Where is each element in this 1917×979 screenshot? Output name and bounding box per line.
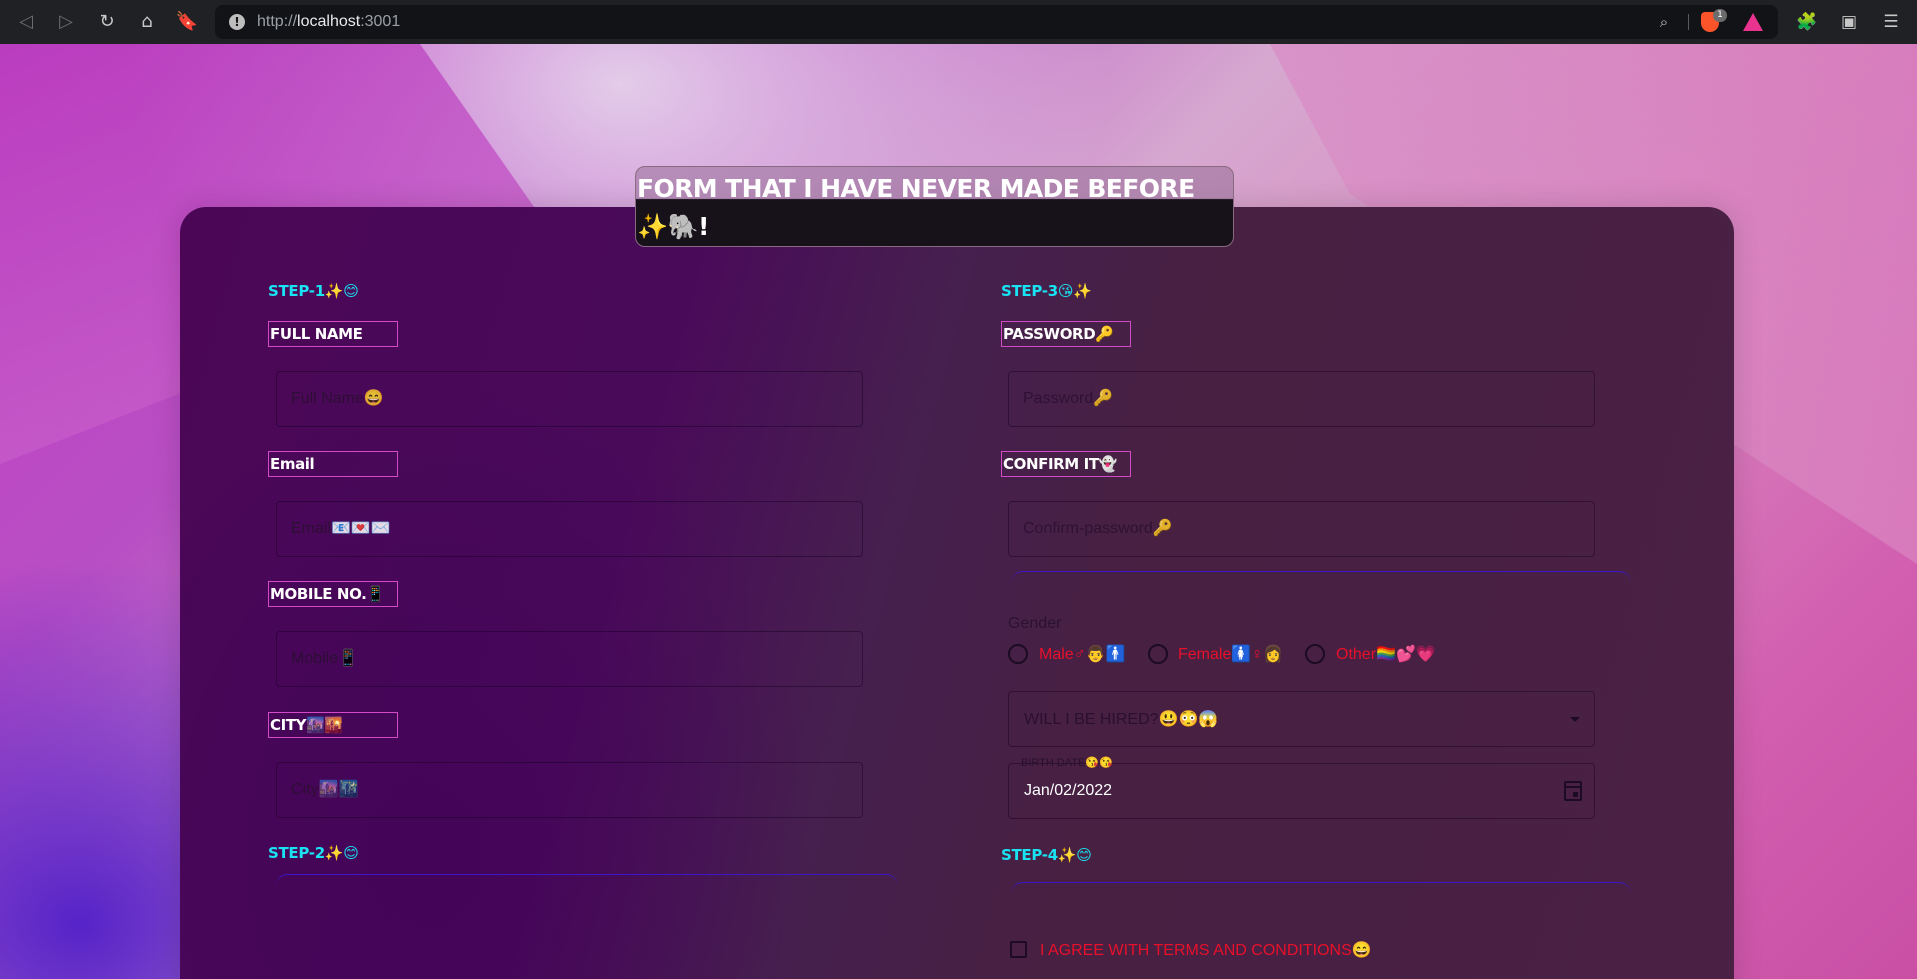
form-card [180,207,1734,979]
browser-toolbar: ◁ ▷ ↻ ⌂ 🔖 ! http://localhost:3001 ⌕ 1 🧩 … [0,0,1917,44]
email-input[interactable] [276,501,863,557]
birth-date-input[interactable]: Jan/02/2022 [1008,763,1595,819]
gender-radio-female[interactable] [1148,644,1168,664]
password-input[interactable] [1008,371,1595,427]
shields-badge: 1 [1713,9,1727,22]
birth-date-value: Jan/02/2022 [1024,782,1113,799]
gender-label: Gender [1008,615,1062,632]
zoom-icon[interactable]: ⌕ [1655,13,1673,31]
menu-icon[interactable]: ☰ [1879,10,1903,34]
forward-icon[interactable]: ▷ [54,10,78,34]
info-icon[interactable]: ! [229,14,245,30]
mobile-input[interactable] [276,631,863,687]
gender-option-other[interactable]: Other🏳️‍🌈💕💗 [1336,644,1436,664]
birth-date-label: BIRTH DATE😘😘 [1021,757,1113,769]
gender-radio-male[interactable] [1008,644,1028,664]
hired-select-placeholder: WILL I BE HIRED?😃😳😱 [1024,711,1219,728]
calendar-icon[interactable] [1564,781,1582,801]
extensions-icon[interactable]: 🧩 [1795,10,1819,34]
url-separator [1688,14,1689,30]
step-4-divider [1011,882,1631,894]
brave-rewards-icon[interactable] [1743,13,1763,31]
city-label: CITY🌆🌇 [268,712,398,738]
full-name-input[interactable] [276,371,863,427]
step-4-heading: STEP-4✨😊 [1001,846,1092,864]
city-input[interactable] [276,762,863,818]
dropdown-arrow-icon [1570,717,1580,722]
step-2-heading: STEP-2✨😊 [268,844,359,862]
gender-radio-other[interactable] [1305,644,1325,664]
confirm-password-label: CONFIRM IT👻 [1001,451,1131,477]
email-label: Email [268,451,398,477]
hired-select[interactable]: WILL I BE HIRED?😃😳😱 [1008,691,1595,747]
step-1-heading: STEP-1✨😊 [268,282,359,300]
gender-option-male[interactable]: Male♂👨🚹 [1039,644,1126,664]
step-3-divider [1011,571,1631,583]
wallet-icon[interactable]: ▣ [1837,10,1861,34]
step-3-heading: STEP-3😘✨ [1001,282,1092,300]
url-text[interactable]: http://localhost:3001 [257,13,400,31]
mobile-label: MOBILE NO.📱 [268,581,398,607]
terms-checkbox[interactable] [1010,941,1027,958]
form-title: FORM THAT I HAVE NEVER MADE BEFORE ✨🐘! [637,174,1195,241]
password-label: PASSWORD🔑 [1001,321,1131,347]
home-icon[interactable]: ⌂ [135,10,159,34]
terms-label[interactable]: I AGREE WITH TERMS AND CONDITIONS😄 [1040,940,1372,960]
confirm-password-input[interactable] [1008,501,1595,557]
gender-option-female[interactable]: Female🚺♀👩 [1178,644,1283,664]
reload-icon[interactable]: ↻ [95,10,119,34]
page-viewport: FORM THAT I HAVE NEVER MADE BEFORE ✨🐘! S… [0,44,1917,979]
address-bar[interactable]: ! http://localhost:3001 ⌕ 1 [215,5,1778,39]
step-2-divider [276,874,898,886]
back-icon[interactable]: ◁ [14,10,38,34]
form-title-box: FORM THAT I HAVE NEVER MADE BEFORE ✨🐘! [635,166,1234,247]
bookmark-icon[interactable]: 🔖 [175,10,199,34]
full-name-label: FULL NAME [268,321,398,347]
